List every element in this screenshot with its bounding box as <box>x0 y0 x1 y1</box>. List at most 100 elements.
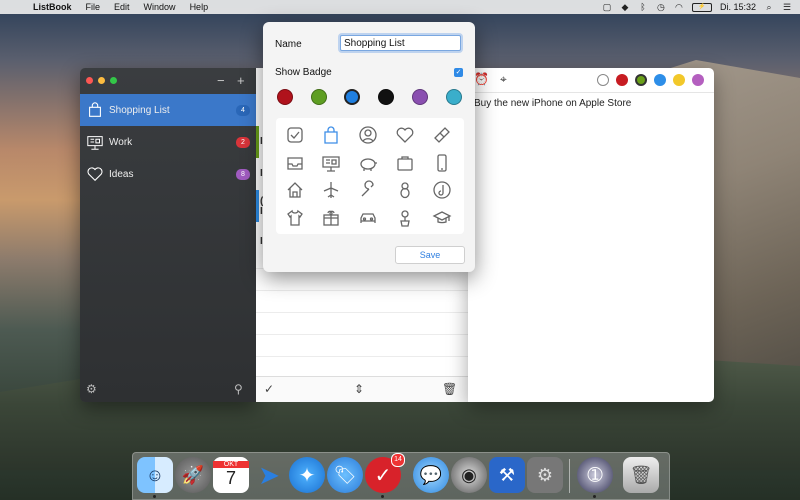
color-blue-swatch[interactable] <box>654 74 666 86</box>
row-divider <box>256 356 468 357</box>
safari-compass-icon[interactable]: ✦ <box>289 457 325 493</box>
baby-icon[interactable] <box>394 179 416 201</box>
count-badge: 4 <box>236 104 250 116</box>
color-purple-swatch[interactable] <box>692 74 704 86</box>
minimize-button[interactable] <box>98 77 105 84</box>
menu-edit[interactable]: Edit <box>107 2 137 12</box>
menubar-clock[interactable]: Di. 15:32 <box>720 2 756 12</box>
graduation-cap-icon[interactable] <box>431 207 453 229</box>
heart-icon <box>87 167 103 182</box>
color-yellow-swatch[interactable] <box>673 74 685 86</box>
color-black-swatch[interactable] <box>378 89 394 105</box>
music-note-icon[interactable] <box>431 179 453 201</box>
piggy-bank-icon[interactable] <box>357 152 379 174</box>
launchpad-rocket-icon[interactable]: 🚀 <box>175 457 211 493</box>
color-green-swatch[interactable] <box>635 74 647 86</box>
notification-center-icon[interactable]: ☰ <box>782 2 792 12</box>
count-badge: 8 <box>236 168 250 180</box>
row-divider <box>256 312 468 313</box>
menu-window[interactable]: Window <box>137 2 183 12</box>
wrench-icon[interactable] <box>357 179 379 201</box>
person-icon[interactable] <box>357 124 379 146</box>
dock-separator <box>569 459 570 493</box>
show-badge-checkbox[interactable]: ✓ <box>454 68 463 77</box>
running-indicator <box>381 495 384 498</box>
menu-file[interactable]: File <box>79 2 108 12</box>
detail-toolbar: ⏰ ⌖ <box>468 68 714 93</box>
color-purple-swatch[interactable] <box>412 89 428 105</box>
menu-app-name[interactable]: ListBook <box>26 2 79 12</box>
location-pin-icon[interactable]: ⌖ <box>500 72 507 87</box>
battery-icon[interactable]: ⚡ <box>691 2 712 12</box>
trash-icon[interactable]: 🗑 <box>442 382 457 396</box>
sort-icon[interactable]: ⇕ <box>354 382 364 396</box>
close-button[interactable] <box>86 77 93 84</box>
shopping-bag-icon[interactable] <box>320 124 342 146</box>
calendar-day: 7 <box>225 468 236 488</box>
airplane-icon[interactable] <box>320 179 342 201</box>
finder-icon[interactable]: ☺ <box>137 457 173 493</box>
name-input[interactable] <box>340 35 461 51</box>
briefcase-icon[interactable] <box>394 152 416 174</box>
checkbox-icon[interactable] <box>284 124 306 146</box>
complete-check-icon[interactable]: ✓ <box>264 382 274 396</box>
time-machine-icon[interactable]: ◷ <box>656 2 666 12</box>
color-picker-row <box>275 89 465 107</box>
settings-gear-icon[interactable]: ⚙ <box>86 382 97 396</box>
heart-icon[interactable] <box>394 124 416 146</box>
calendar-icon[interactable]: OKT 7 <box>213 457 249 493</box>
items-toolbar: ✓ ⇕ 🗑 <box>256 376 468 402</box>
color-white-swatch[interactable] <box>597 74 609 86</box>
color-green-swatch[interactable] <box>311 89 327 105</box>
listbook-check-icon[interactable]: ✓ 14 <box>365 453 405 493</box>
wifi-icon[interactable]: ◠ <box>674 2 684 12</box>
sidebar-item-ideas[interactable]: Ideas 8 <box>80 158 256 190</box>
color-teal-swatch[interactable] <box>446 89 462 105</box>
bandage-icon[interactable] <box>431 124 453 146</box>
xcode-hammer-icon[interactable]: ⚒ <box>489 457 525 493</box>
note-text[interactable]: Buy the new iPhone on Apple Store <box>474 98 631 109</box>
sidebar-item-label: Ideas <box>109 168 134 180</box>
remove-list-button[interactable]: − <box>217 73 225 88</box>
sidebar-item-shopping-list[interactable]: Shopping List 4 <box>80 94 256 126</box>
list-sidebar: Shopping List 4 Work 2 Ideas 8 <box>80 94 256 190</box>
dvd-player-icon[interactable]: ◉ <box>451 457 487 493</box>
alarm-clock-icon[interactable]: ⏰ <box>474 72 489 86</box>
phone-icon[interactable] <box>431 152 453 174</box>
notification-badge: 14 <box>391 453 405 467</box>
messages-bubble-icon[interactable]: 💬 <box>413 457 449 493</box>
paper-plane-icon[interactable]: ➤ <box>251 457 287 493</box>
spotlight-icon[interactable]: ⌕ <box>764 2 774 12</box>
bluetooth-icon[interactable]: ᛒ <box>638 2 648 12</box>
add-list-button[interactable]: + <box>237 73 245 88</box>
sidebar-item-work[interactable]: Work 2 <box>80 126 256 158</box>
detail-pane: ⏰ ⌖ Buy the new iPhone on Apple Store <box>468 68 714 402</box>
item-color-bar <box>256 126 259 158</box>
trash-bin-icon[interactable]: 🗑 <box>623 457 659 493</box>
tag-icon[interactable]: 🏷 <box>327 457 363 493</box>
color-dark-red-swatch[interactable] <box>277 89 293 105</box>
plant-pot-icon[interactable] <box>394 207 416 229</box>
window-icon[interactable]: ▢ <box>602 2 612 12</box>
zoom-button[interactable] <box>110 77 117 84</box>
system-preferences-gear-icon[interactable]: ⚙ <box>527 457 563 493</box>
filter-add-icon[interactable]: ⚲ <box>234 382 243 396</box>
menu-help[interactable]: Help <box>183 2 216 12</box>
presentation-board-icon[interactable] <box>320 152 342 174</box>
item-color-bar <box>256 190 259 222</box>
gift-icon[interactable] <box>320 207 342 229</box>
name-label: Name <box>275 39 302 50</box>
house-icon[interactable] <box>284 179 306 201</box>
password-keyhole-icon[interactable]: ➀ <box>577 457 613 493</box>
color-blue-swatch[interactable] <box>344 89 360 105</box>
color-red-swatch[interactable] <box>616 74 628 86</box>
menu-bar: ListBook File Edit Window Help ▢ ◆ ᛒ ◷ ◠… <box>0 0 800 14</box>
row-divider <box>256 290 468 291</box>
count-badge: 2 <box>236 136 250 148</box>
inbox-tray-icon[interactable] <box>284 152 306 174</box>
tshirt-icon[interactable] <box>284 207 306 229</box>
show-badge-label: Show Badge <box>275 67 332 78</box>
car-icon[interactable] <box>357 207 379 229</box>
dropbox-icon[interactable]: ◆ <box>620 2 630 12</box>
save-button[interactable]: Save <box>395 246 465 264</box>
